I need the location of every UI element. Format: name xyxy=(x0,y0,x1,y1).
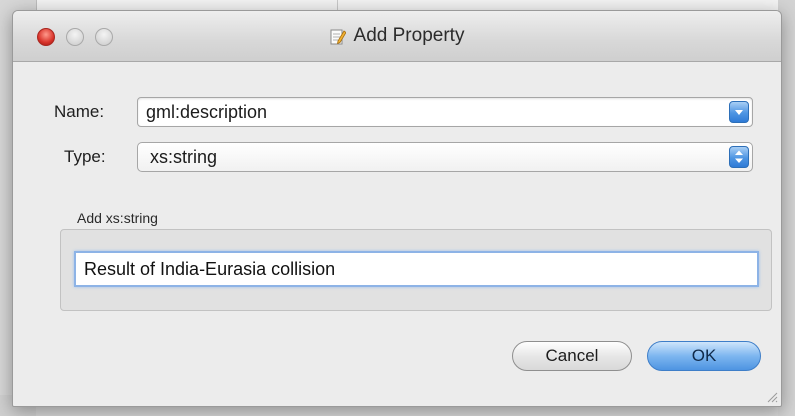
up-down-arrows-icon xyxy=(735,150,743,163)
dialog-title: Add Property xyxy=(353,25,465,46)
property-value-field[interactable]: Result of India-Eurasia collision xyxy=(74,251,759,287)
ok-button[interactable]: OK xyxy=(647,341,761,371)
name-dropdown-button[interactable] xyxy=(729,101,749,123)
type-select[interactable]: xs:string xyxy=(137,142,753,172)
property-value-text: Result of India-Eurasia collision xyxy=(84,259,336,279)
name-value: gml:description xyxy=(146,102,268,122)
type-value: xs:string xyxy=(150,147,218,167)
add-property-dialog: Add Property Name: gml:description Type:… xyxy=(12,10,782,407)
name-label: Name: xyxy=(54,102,105,121)
type-dropdown-button[interactable] xyxy=(729,146,749,168)
title-container: Add Property xyxy=(13,11,781,61)
cancel-button[interactable]: Cancel xyxy=(512,341,632,371)
title-bar: Add Property xyxy=(13,11,781,62)
chevron-down-icon xyxy=(735,110,743,115)
name-combobox[interactable]: gml:description xyxy=(137,97,753,127)
group-title: Add xs:string xyxy=(77,210,158,226)
edit-document-icon xyxy=(330,28,347,45)
type-label: Type: xyxy=(64,147,106,166)
resize-grip-icon[interactable] xyxy=(766,391,778,403)
